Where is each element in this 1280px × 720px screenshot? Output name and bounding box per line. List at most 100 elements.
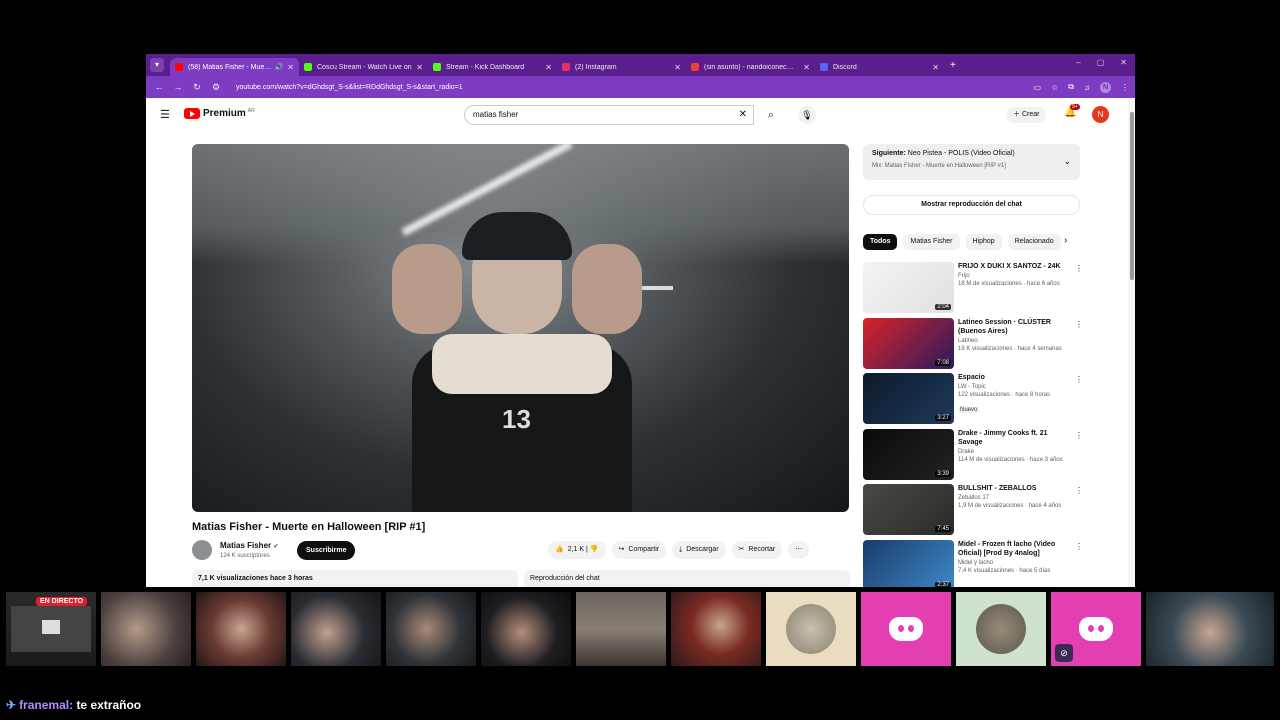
video-thumbnail[interactable]: 2:04 [863,262,954,313]
search-input[interactable]: matias fisher ✕ [464,105,754,125]
youtube-play-icon [184,108,200,119]
youtube-logo[interactable]: Premium AR [184,108,255,119]
browser-tab[interactable]: Stream - Kick Dashboard ✕ [428,58,557,76]
channel-name[interactable]: Latineo [958,338,1070,344]
close-tab-icon[interactable]: ✕ [287,63,294,72]
account-avatar[interactable]: N [1092,106,1109,123]
tab-audio-icon[interactable]: 🔊 [275,63,284,71]
video-thumbnail[interactable]: 3:27 [863,373,954,424]
close-tab-icon[interactable]: ✕ [674,63,681,72]
channel-name[interactable]: Matias Fisher ✔ [220,541,278,550]
download-button[interactable]: ⤓ Descargar [672,541,726,559]
microphone-icon[interactable]: 🎙 [798,106,816,124]
recommended-video[interactable]: 3:39 Drake - Jimmy Cooks ft. 21 Savage Dra… [863,428,1085,485]
site-info-icon[interactable]: ⚙ [209,82,223,93]
close-tab-icon[interactable]: ✕ [416,63,423,72]
chat-replay-box[interactable]: Reproducción del chat [524,570,850,587]
up-next-panel[interactable]: Siguiente: Neo Pistea - POLIS (Video Ofi… [863,144,1080,180]
media-control-icon[interactable]: ♫ [1084,83,1090,92]
video-title[interactable]: Latineo Session · CLÚSTER (Buenos Aires) [958,318,1070,336]
maximize-button[interactable]: ▢ [1097,58,1105,67]
more-options-icon[interactable]: ⋮ [1075,320,1083,329]
tab-title: Stream - Kick Dashboard [446,63,525,71]
forward-icon[interactable]: → [171,82,185,92]
share-button[interactable]: ↪ Compartir [611,541,667,559]
chevron-right-icon[interactable]: › [1064,235,1067,246]
thumbs-down-icon[interactable]: 👎 [590,546,599,553]
channel-name[interactable]: Midel y lacho [958,560,1070,566]
more-options-icon[interactable]: ⋮ [1075,375,1083,384]
browser-tab[interactable]: Coscu Stream - Watch Live on ✕ [299,58,428,76]
more-options-icon[interactable]: ⋮ [1075,486,1083,495]
close-tab-icon[interactable]: ✕ [803,63,810,72]
video-thumbnail[interactable]: 2:37 [863,539,954,587]
profile-avatar[interactable]: N [1100,81,1111,93]
filter-chip[interactable]: Todos [863,234,898,250]
filter-chip[interactable]: Hiphop [965,234,1002,250]
avatar-tile [956,592,1046,666]
browser-tab[interactable]: Discord ✕ [815,58,944,76]
browser-tab[interactable]: (2) Instagram ✕ [557,58,686,76]
description-box[interactable]: 7,1 K visualizaciones hace 3 horas [192,570,518,587]
recommended-video[interactable]: 7:08 Latineo Session · CLÚSTER (Buenos Ai… [863,317,1085,374]
video-title[interactable]: Espacio [958,373,1070,382]
browser-menu-icon[interactable]: ⋮ [1121,83,1129,92]
more-options-icon[interactable]: ⋮ [1075,542,1083,551]
video-thumbnail[interactable]: 3:39 [863,428,954,480]
page-scrollbar[interactable] [1128,98,1135,587]
filter-chip[interactable]: Relacionado [1007,234,1061,250]
browser-tab[interactable]: (58) Matias Fisher - Muerte 🔊 ✕ [170,58,299,76]
recommended-video[interactable]: 3:27 Espacio LW - Topic 122 visualizaciones… [863,373,1085,429]
search-value: matias fisher [473,110,519,119]
webcam-tile [1146,592,1274,666]
tab-search-dropdown[interactable]: ▾ [150,58,164,72]
logo-premium-text: Premium [203,108,246,119]
channel-name[interactable]: Drake [958,449,1070,455]
channel-avatar[interactable] [192,540,212,560]
bookmark-star-icon[interactable]: ☆ [1051,83,1058,92]
recommended-video[interactable]: 2:37 Midel - Frozen ft lacho (Video Ofici… [863,539,1085,587]
video-player[interactable]: 13 [192,144,849,512]
chevron-down-icon[interactable]: ⌄ [1063,156,1071,167]
more-options-icon[interactable]: ⋮ [1075,264,1083,273]
channel-name[interactable]: Frijo [958,273,1070,279]
close-tab-icon[interactable]: ✕ [545,63,552,72]
notifications-bell-icon[interactable]: 🔔 9+ [1064,104,1080,118]
tab-favicon-icon [304,63,312,71]
show-chat-replay-button[interactable]: Mostrar reproducción del chat [863,195,1080,215]
search-icon[interactable]: ⌕ [756,105,786,125]
filter-chip[interactable]: Matias Fisher [903,234,960,250]
video-title[interactable]: FRIJO X DUKI X SANTOZ - 24K [958,262,1070,271]
recommended-video[interactable]: 2:04 FRIJO X DUKI X SANTOZ - 24K Frijo 18 M… [863,262,1085,318]
avatar-tile [766,592,856,666]
video-title[interactable]: BULLSHIT - ZEBALLOS [958,484,1070,493]
close-tab-icon[interactable]: ✕ [932,63,939,72]
cast-icon[interactable]: ▭ [1034,83,1042,92]
discord-tile [861,592,951,666]
new-tab-button[interactable]: + [950,60,956,71]
back-icon[interactable]: ← [152,82,166,92]
menu-icon[interactable]: ☰ [160,108,170,121]
video-title[interactable]: Drake - Jimmy Cooks ft. 21 Savage [958,429,1070,447]
recommended-video[interactable]: 7:45 BULLSHIT - ZEBALLOS Zeballos 17 1,9 M … [863,484,1085,540]
clear-search-icon[interactable]: ✕ [739,106,747,124]
more-actions-button[interactable]: ⋯ [788,541,810,559]
more-options-icon[interactable]: ⋮ [1075,431,1083,440]
discord-tile: ⊘ [1051,592,1141,666]
minimize-button[interactable]: – [1076,58,1080,67]
tab-title: (sin asunto) - nandoiconec@gm [704,63,800,71]
close-window-button[interactable]: ✕ [1120,58,1127,67]
reload-icon[interactable]: ↻ [190,82,204,93]
url-field[interactable]: youtube.com/watch?v=dGhdsgt_S-s&list=RDd… [236,84,1024,91]
channel-name[interactable]: Zeballos 17 [958,495,1070,501]
channel-name[interactable]: LW - Topic [958,384,1070,390]
subscribe-button[interactable]: Suscribirme [297,541,356,560]
video-thumbnail[interactable]: 7:08 [863,317,954,369]
create-button[interactable]: ＋ Crear [1006,107,1047,123]
video-title[interactable]: Midel - Frozen ft lacho (Video Oficial) … [958,540,1070,558]
like-button[interactable]: 👍 2,1 K | 👎 [548,541,606,559]
video-thumbnail[interactable]: 7:45 [863,484,954,535]
browser-tab[interactable]: (sin asunto) - nandoiconec@gm ✕ [686,58,815,76]
clip-button[interactable]: ✂ Recortar [731,541,783,559]
extensions-icon[interactable]: ⧉ [1068,82,1074,92]
